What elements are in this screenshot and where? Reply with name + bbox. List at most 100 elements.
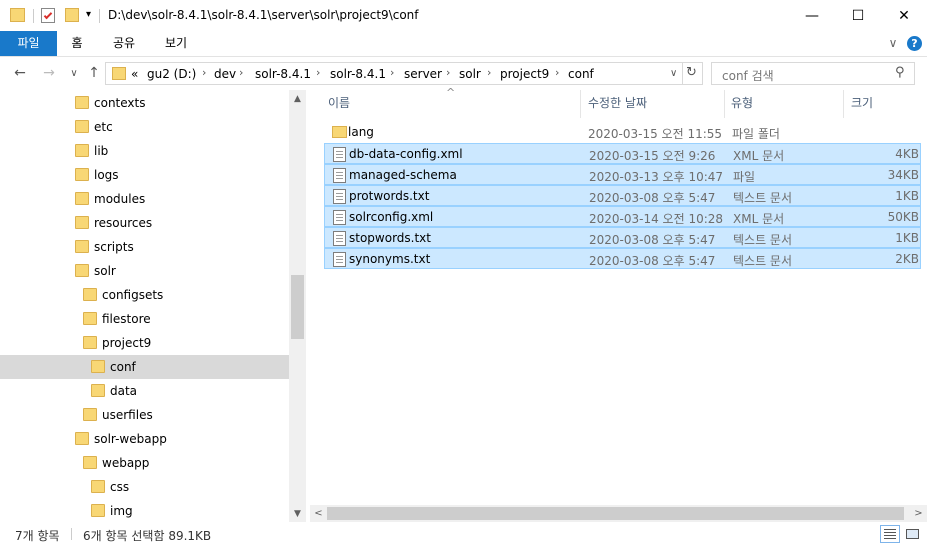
file-row[interactable]: solrconfig.xml 2020-03-14 오전 10:28 XML 문서 5…	[324, 206, 921, 227]
customize-toolbar-icon[interactable]: ▾	[86, 9, 91, 20]
divider	[0, 56, 927, 57]
refresh-icon[interactable]: ↻	[686, 65, 697, 80]
tree-scrollbar[interactable]: ▲ ▼	[289, 90, 306, 522]
tree-item[interactable]: contexts	[0, 91, 289, 115]
tree-item[interactable]: webapp	[0, 451, 289, 475]
file-row[interactable]: synonyms.txt 2020-03-08 오후 5:47 텍스트 문서 2KB	[324, 248, 921, 269]
tab-file[interactable]: 파일	[0, 31, 57, 56]
tree-item[interactable]: solr-webapp	[0, 427, 289, 451]
breadcrumb-project9[interactable]: project9	[500, 67, 549, 81]
file-size: 50KB	[887, 210, 919, 224]
tree-item-label: logs	[94, 168, 119, 182]
tree-item[interactable]: scripts	[0, 235, 289, 259]
chevron-down-icon[interactable]: ∨	[883, 31, 903, 56]
item-count: 7개 항목	[15, 529, 60, 543]
file-row[interactable]: managed-schema 2020-03-13 오후 10:47 파일 34KB	[324, 164, 921, 185]
column-divider[interactable]	[724, 90, 725, 118]
scrollbar-thumb[interactable]	[327, 507, 904, 520]
breadcrumb-solr-841[interactable]: solr-8.4.1	[255, 67, 311, 81]
minimize-button[interactable]: —	[789, 0, 835, 31]
tree-item[interactable]: filestore	[0, 307, 289, 331]
breadcrumb-solr[interactable]: solr	[459, 67, 481, 81]
breadcrumb-separator[interactable]: ›	[555, 66, 559, 79]
back-button[interactable]: ←	[9, 62, 31, 84]
breadcrumb-separator[interactable]: ›	[202, 66, 206, 79]
breadcrumb-conf[interactable]: conf	[568, 67, 594, 81]
file-list: ^ 이름 수정한 날짜 유형 크기 lang 2020-03-15 오전 11:5…	[310, 86, 927, 505]
breadcrumb-drive[interactable]: gu2 (D:)	[147, 67, 196, 81]
column-divider[interactable]	[580, 90, 581, 118]
close-button[interactable]: ✕	[881, 0, 927, 31]
search-icon[interactable]: ⚲	[895, 65, 905, 80]
column-divider[interactable]	[843, 90, 844, 118]
new-folder-icon[interactable]	[65, 8, 79, 22]
file-row[interactable]: lang 2020-03-15 오전 11:55 파일 폴더	[324, 122, 921, 143]
tree-item[interactable]: logs	[0, 163, 289, 187]
search-placeholder: conf 검색	[722, 69, 774, 83]
tree-item[interactable]: css	[0, 475, 289, 499]
folder-icon	[83, 456, 97, 469]
breadcrumb-separator[interactable]: ›	[239, 66, 243, 79]
scroll-right-arrow[interactable]: >	[910, 505, 927, 522]
breadcrumb-separator[interactable]: ›	[487, 66, 491, 79]
scroll-down-arrow[interactable]: ▼	[289, 505, 306, 522]
search-input[interactable]: conf 검색 ⚲	[711, 62, 915, 85]
column-header-name[interactable]: 이름	[328, 94, 350, 111]
tab-view[interactable]: 보기	[152, 31, 200, 56]
file-row[interactable]: stopwords.txt 2020-03-08 오후 5:47 텍스트 문서 1KB	[324, 227, 921, 248]
tree-item-label: etc	[94, 120, 113, 134]
up-button[interactable]: ↑	[83, 62, 105, 84]
help-icon[interactable]: ?	[907, 36, 922, 51]
tab-share[interactable]: 공유	[102, 31, 146, 56]
tree-item-label: filestore	[102, 312, 151, 326]
tree-item[interactable]: etc	[0, 115, 289, 139]
tree-item[interactable]: userfiles	[0, 403, 289, 427]
tree-item[interactable]: data	[0, 379, 289, 403]
file-row[interactable]: protwords.txt 2020-03-08 오후 5:47 텍스트 문서 1KB	[324, 185, 921, 206]
column-header-size[interactable]: 크기	[851, 94, 873, 111]
breadcrumb-solr-841-inner[interactable]: solr-8.4.1	[330, 67, 386, 81]
forward-button[interactable]: →	[38, 62, 60, 84]
folder-icon	[112, 67, 126, 80]
tree-item[interactable]: img	[0, 499, 289, 522]
tab-home[interactable]: 홈	[57, 31, 97, 56]
details-view-icon[interactable]	[880, 525, 900, 543]
large-icons-view-icon[interactable]	[902, 525, 922, 543]
tree-item[interactable]: lib	[0, 139, 289, 163]
file-size: 1KB	[895, 231, 919, 245]
properties-icon[interactable]	[41, 8, 55, 23]
folder-icon	[332, 126, 347, 138]
tree-item[interactable]: modules	[0, 187, 289, 211]
breadcrumb-separator[interactable]: ›	[316, 66, 320, 79]
folder-icon	[75, 120, 89, 133]
breadcrumb-overflow[interactable]: «	[131, 67, 138, 81]
breadcrumb-server[interactable]: server	[404, 67, 442, 81]
breadcrumb-dev[interactable]: dev	[214, 67, 236, 81]
document-icon	[333, 168, 346, 183]
folder-icon	[75, 144, 89, 157]
scrollbar-thumb[interactable]	[291, 275, 304, 339]
tree-item[interactable]: configsets	[0, 283, 289, 307]
tree-item[interactable]: conf	[0, 355, 289, 379]
tree-item[interactable]: solr	[0, 259, 289, 283]
folder-icon	[91, 384, 105, 397]
file-row[interactable]: db-data-config.xml 2020-03-15 오전 9:26 XML …	[324, 143, 921, 164]
scroll-left-arrow[interactable]: <	[310, 505, 327, 522]
column-header-type[interactable]: 유형	[731, 94, 753, 111]
tree-item[interactable]: project9	[0, 331, 289, 355]
address-bar[interactable]: « gu2 (D:) › dev › solr-8.4.1 › solr-8.4…	[105, 62, 703, 85]
list-scrollbar[interactable]: < >	[310, 505, 927, 522]
document-icon	[333, 147, 346, 162]
chevron-down-icon[interactable]: ∨	[670, 68, 677, 79]
file-type: 파일 폴더	[732, 127, 780, 141]
folder-icon	[91, 504, 105, 517]
maximize-button[interactable]: ☐	[835, 0, 881, 31]
breadcrumb-separator[interactable]: ›	[446, 66, 450, 79]
breadcrumb-separator[interactable]: ›	[390, 66, 394, 79]
tree-item[interactable]: resources	[0, 211, 289, 235]
scroll-up-arrow[interactable]: ▲	[289, 90, 306, 107]
file-date: 2020-03-15 오전 9:26	[589, 149, 716, 163]
column-header-date[interactable]: 수정한 날짜	[588, 94, 647, 111]
recent-locations-button[interactable]: ∨	[63, 62, 85, 84]
address-row: ← → ∨ ↑ « gu2 (D:) › dev › solr-8.4.1 › …	[0, 58, 927, 88]
